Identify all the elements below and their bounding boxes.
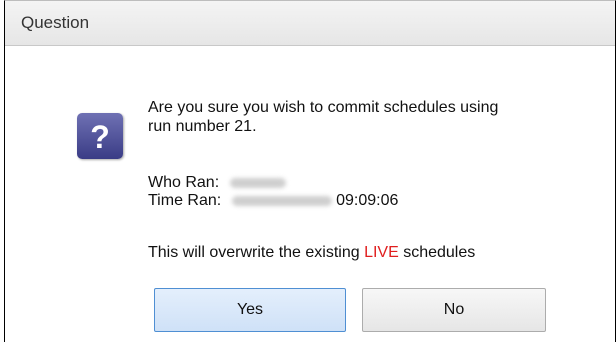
dialog-titlebar: Question [5,1,615,46]
live-highlight: LIVE [364,244,399,261]
time-ran-label: Time Ran: [148,192,222,209]
overwrite-warning: This will overwrite the existing LIVE sc… [148,243,475,262]
yes-button[interactable]: Yes [154,288,346,332]
redacted-user [229,177,286,188]
time-ran-row: Time Ran: 09:09:06 [148,191,398,210]
overwrite-prefix: This will overwrite the existing [148,244,365,261]
no-button[interactable]: No [362,288,546,332]
redacted-date [231,195,332,206]
time-ran-time: 09:09:06 [336,192,399,209]
svg-text:?: ? [90,119,110,155]
dialog-title: Question [21,13,90,32]
who-ran-label: Who Ran: [148,174,220,191]
overwrite-suffix: schedules [398,244,476,261]
message-line-1: Are you sure you wish to commit schedule… [148,99,499,116]
question-mark-icon: ? [77,113,123,159]
question-dialog: Question ? Are you sure you wish to comm… [4,0,616,342]
message-line-2: run number 21. [148,118,257,135]
who-ran-row: Who Ran: [148,173,286,192]
